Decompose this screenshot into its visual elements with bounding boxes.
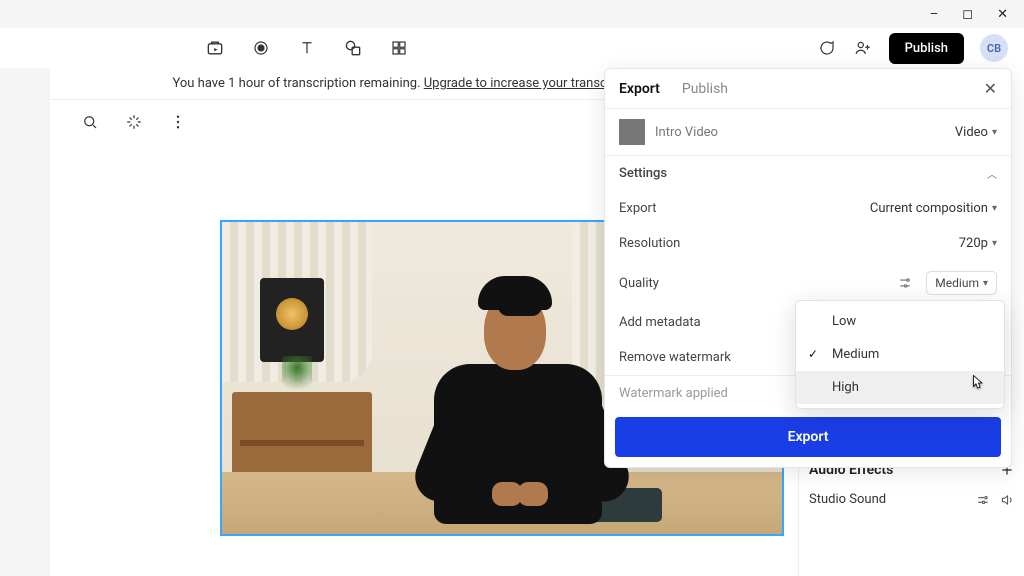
search-icon[interactable] xyxy=(80,112,100,132)
invite-icon[interactable] xyxy=(853,38,873,58)
publish-button[interactable]: Publish xyxy=(889,33,964,64)
remove-watermark-label[interactable]: Remove watermark xyxy=(619,350,731,365)
quality-option-low[interactable]: Low xyxy=(796,305,1004,338)
studio-sound-label: Studio Sound xyxy=(809,492,886,507)
resolution-label: Resolution xyxy=(619,236,680,251)
resolution-select[interactable]: 720p▾ xyxy=(959,236,997,251)
export-scope-label: Export xyxy=(619,201,657,216)
quality-label: Quality xyxy=(619,276,659,291)
export-tab[interactable]: Export xyxy=(619,81,660,97)
media-tool-icon[interactable] xyxy=(205,38,225,58)
shapes-tool-icon[interactable] xyxy=(343,38,363,58)
templates-tool-icon[interactable] xyxy=(389,38,409,58)
quality-select[interactable]: Medium▾ xyxy=(926,271,997,295)
export-scope-select[interactable]: Current composition▾ xyxy=(870,201,997,216)
notice-text: You have 1 hour of transcription remaini… xyxy=(172,76,423,91)
quality-advanced-icon[interactable] xyxy=(898,276,912,290)
publish-tab[interactable]: Publish xyxy=(682,81,728,97)
quality-option-medium[interactable]: Medium xyxy=(796,338,1004,371)
studio-sound-settings-icon[interactable] xyxy=(976,493,990,507)
window-close-icon[interactable]: ✕ xyxy=(997,7,1008,22)
watermark-applied-label: Watermark applied xyxy=(619,386,728,401)
settings-header[interactable]: Settings xyxy=(619,166,667,181)
user-avatar[interactable]: CB xyxy=(980,34,1008,62)
format-select[interactable]: Video▾ xyxy=(955,125,997,140)
ai-sparkle-icon[interactable] xyxy=(124,112,144,132)
project-thumbnail xyxy=(619,119,645,145)
cursor-icon xyxy=(966,372,986,394)
top-toolbar: Publish CB xyxy=(0,28,1024,68)
text-tool-icon[interactable] xyxy=(297,38,317,58)
close-export-icon[interactable]: ✕ xyxy=(984,79,997,98)
export-button[interactable]: Export xyxy=(615,417,1001,457)
comments-icon[interactable] xyxy=(817,38,837,58)
record-tool-icon[interactable] xyxy=(251,38,271,58)
project-title: Intro Video xyxy=(655,125,718,140)
add-metadata-label[interactable]: Add metadata xyxy=(619,315,701,330)
settings-collapse-icon[interactable]: ︿ xyxy=(987,166,997,181)
window-minimize-icon[interactable]: – xyxy=(930,7,939,22)
more-menu-icon[interactable] xyxy=(168,112,188,132)
studio-sound-volume-icon[interactable] xyxy=(1000,493,1014,507)
window-maximize-icon[interactable]: ◻ xyxy=(962,7,973,22)
